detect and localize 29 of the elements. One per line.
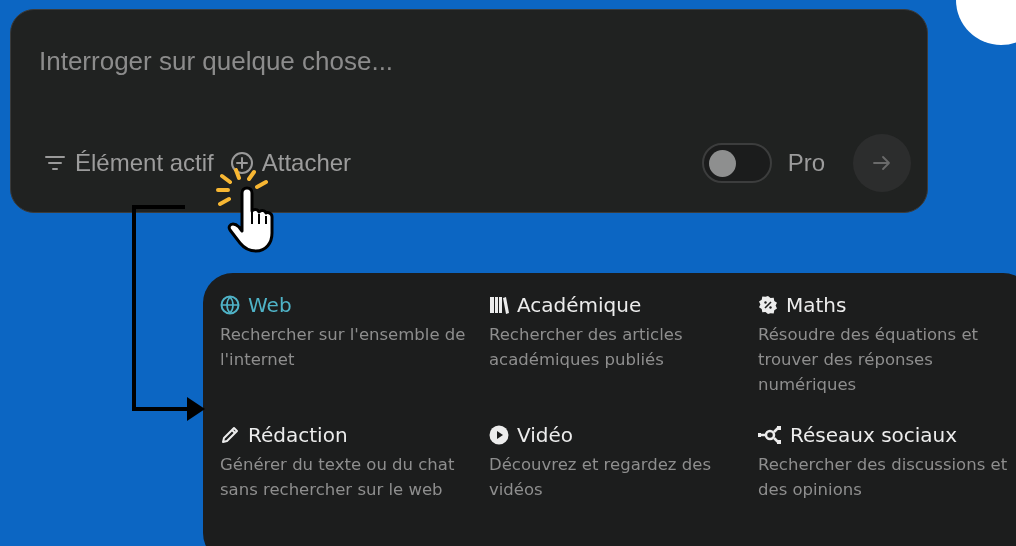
source-title: Vidéo [517, 423, 574, 447]
source-title: Académique [517, 293, 642, 317]
source-option[interactable]: Web Rechercher sur l'ensemble de l'internet [220, 291, 489, 397]
source-description: Rechercher des discussions et des opinions [758, 454, 1009, 501]
attach-button[interactable]: Attacher [225, 149, 356, 177]
pro-toggle[interactable] [701, 143, 772, 183]
pro-label: Pro [787, 149, 825, 177]
source-option[interactable]: Vidéo Découvrez et regardez des vidéos [489, 421, 758, 502]
percent-badge-icon [758, 295, 778, 315]
source-option[interactable]: Réseaux sociaux Rechercher des discussions et des opinions [758, 421, 1016, 502]
source-description: Rechercher des articles académiques publiés [489, 324, 684, 371]
focus-button[interactable]: Élément actif [39, 149, 218, 177]
books-icon [489, 295, 509, 315]
source-title: Web [248, 293, 292, 317]
pencil-icon [220, 425, 240, 445]
source-option[interactable]: Rédaction Générer du texte ou du chat sans rechercher sur le web [220, 421, 489, 502]
source-description: Découvrez et regardez des vidéos [489, 454, 712, 501]
prompt-field[interactable]: Interroger sur quelque chose... [39, 46, 639, 77]
source-title: Réseaux sociaux [790, 423, 958, 447]
play-icon [489, 425, 509, 445]
source-title: Maths [786, 293, 847, 317]
globe-icon [220, 295, 240, 315]
source-title: Rédaction [248, 423, 348, 447]
source-description: Rechercher sur l'ensemble de l'internet [220, 324, 467, 371]
plus-circle-icon [229, 151, 254, 175]
source-description: Résoudre des équations et trouver des réponses numériques [758, 324, 980, 396]
source-description: Générer du texte ou du chat sans rechercher sur le web [220, 454, 456, 501]
source-option[interactable]: Maths Résoudre des équations et trouver des réponses numériques [758, 291, 1016, 397]
network-icon [758, 425, 782, 445]
